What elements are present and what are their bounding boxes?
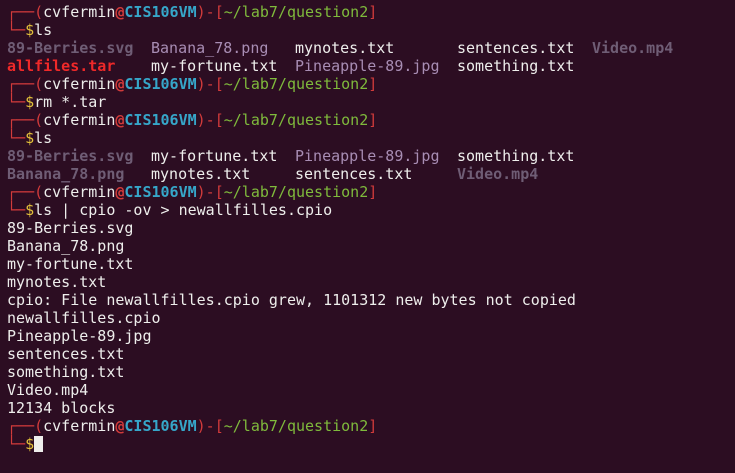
file-entry: mynotes.txt <box>295 39 395 57</box>
command-line: └─$ls <box>7 129 53 147</box>
file-entry: something.txt <box>457 57 575 75</box>
file-entry: allfiles.tar <box>7 57 116 75</box>
file-entry: my-fortune.txt <box>151 57 278 75</box>
output-line: newallfilles.cpio <box>7 309 161 327</box>
command-text: ls | cpio -ov > newallfilles.cpio <box>34 201 333 219</box>
command-line: └─$ls <box>7 21 53 39</box>
output-line: Banana_78.png <box>7 237 125 255</box>
prompt-path: ~/lab7/question2 <box>223 75 369 93</box>
output-line: 12134 blocks <box>7 399 116 417</box>
command-line: └─$ls | cpio -ov > newallfilles.cpio <box>7 201 333 219</box>
prompt-path: ~/lab7/question2 <box>223 183 369 201</box>
output-line: something.txt <box>7 363 125 381</box>
prompt-path: ~/lab7/question2 <box>223 417 369 435</box>
prompt-host: CIS106VM <box>124 417 197 435</box>
file-entry: sentences.txt <box>295 165 413 183</box>
prompt-path: ~/lab7/question2 <box>223 3 369 21</box>
prompt-symbol: $ <box>25 129 35 147</box>
output-line: Video.mp4 <box>7 381 89 399</box>
prompt-symbol: $ <box>25 435 35 453</box>
file-entry: sentences.txt <box>457 39 575 57</box>
prompt-header: ┌──(cvfermin@CIS106VM)-[~/lab7/question2… <box>7 75 378 93</box>
output-line: sentences.txt <box>7 345 125 363</box>
prompt-header: ┌──(cvfermin@CIS106VM)-[~/lab7/question2… <box>7 111 378 129</box>
active-command-line[interactable]: └─$ <box>7 435 44 453</box>
prompt-header: ┌──(cvfermin@CIS106VM)-[~/lab7/question2… <box>7 417 378 435</box>
output-line: cpio: File newallfilles.cpio grew, 11013… <box>7 291 576 309</box>
prompt-host: CIS106VM <box>124 75 197 93</box>
ls-output-row: Banana_78.png mynotes.txt sentences.txt … <box>7 165 727 183</box>
file-entry: Pineapple-89.jpg <box>295 147 440 165</box>
output-line: Pineapple-89.jpg <box>7 327 152 345</box>
prompt-user: cvfermin <box>43 75 116 93</box>
prompt-user: cvfermin <box>43 417 116 435</box>
file-entry: Banana_78.png <box>7 165 125 183</box>
prompt-symbol: $ <box>25 21 35 39</box>
ls-output-row: allfiles.tar my-fortune.txt Pineapple-89… <box>7 57 727 75</box>
prompt-host: CIS106VM <box>124 3 197 21</box>
output-line: 89-Berries.svg <box>7 219 134 237</box>
prompt-header: ┌──(cvfermin@CIS106VM)-[~/lab7/question2… <box>7 3 378 21</box>
command-text: rm *.tar <box>34 93 107 111</box>
file-entry: something.txt <box>457 147 575 165</box>
prompt-host: CIS106VM <box>124 183 197 201</box>
terminal-window[interactable]: ┌──(cvfermin@CIS106VM)-[~/lab7/question2… <box>7 3 729 469</box>
prompt-symbol: $ <box>25 93 35 111</box>
file-entry: Video.mp4 <box>457 165 539 183</box>
command-line: └─$rm *.tar <box>7 93 107 111</box>
file-entry: Video.mp4 <box>592 39 674 57</box>
prompt-user: cvfermin <box>43 3 116 21</box>
file-entry: 89-Berries.svg <box>7 39 134 57</box>
ls-output-row: 89-Berries.svg my-fortune.txt Pineapple-… <box>7 147 727 165</box>
text-cursor[interactable] <box>34 436 44 452</box>
output-line: mynotes.txt <box>7 273 107 291</box>
ls-output-row: 89-Berries.svg Banana_78.png mynotes.txt… <box>7 39 727 57</box>
prompt-user: cvfermin <box>43 111 116 129</box>
output-line: my-fortune.txt <box>7 255 134 273</box>
command-text: ls <box>34 21 53 39</box>
prompt-host: CIS106VM <box>124 111 197 129</box>
file-entry: my-fortune.txt <box>151 147 278 165</box>
command-text: ls <box>34 129 53 147</box>
file-entry: 89-Berries.svg <box>7 147 134 165</box>
prompt-symbol: $ <box>25 201 35 219</box>
file-entry: Banana_78.png <box>151 39 269 57</box>
file-entry: Pineapple-89.jpg <box>295 57 440 75</box>
prompt-path: ~/lab7/question2 <box>223 111 369 129</box>
file-entry: mynotes.txt <box>151 165 251 183</box>
prompt-user: cvfermin <box>43 183 116 201</box>
prompt-header: ┌──(cvfermin@CIS106VM)-[~/lab7/question2… <box>7 183 378 201</box>
